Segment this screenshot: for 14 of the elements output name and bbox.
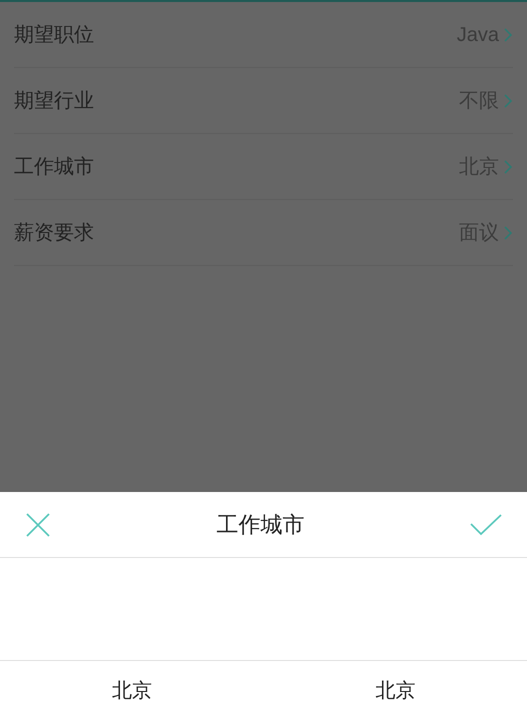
close-icon bbox=[26, 512, 50, 536]
setting-label: 薪资要求 bbox=[14, 220, 94, 246]
picker-option[interactable]: 北京 bbox=[112, 676, 152, 706]
chevron-right-icon bbox=[503, 224, 513, 240]
chevron-right-icon bbox=[503, 92, 513, 108]
picker-option[interactable]: 北京 bbox=[375, 676, 416, 706]
setting-label: 工作城市 bbox=[14, 154, 94, 180]
setting-label: 期望职位 bbox=[14, 22, 94, 48]
setting-label: 期望行业 bbox=[14, 88, 94, 114]
chevron-right-icon bbox=[503, 158, 513, 174]
close-button[interactable] bbox=[24, 510, 52, 538]
check-icon bbox=[470, 514, 502, 536]
sheet-title: 工作城市 bbox=[216, 511, 304, 539]
chevron-right-icon bbox=[503, 26, 513, 42]
